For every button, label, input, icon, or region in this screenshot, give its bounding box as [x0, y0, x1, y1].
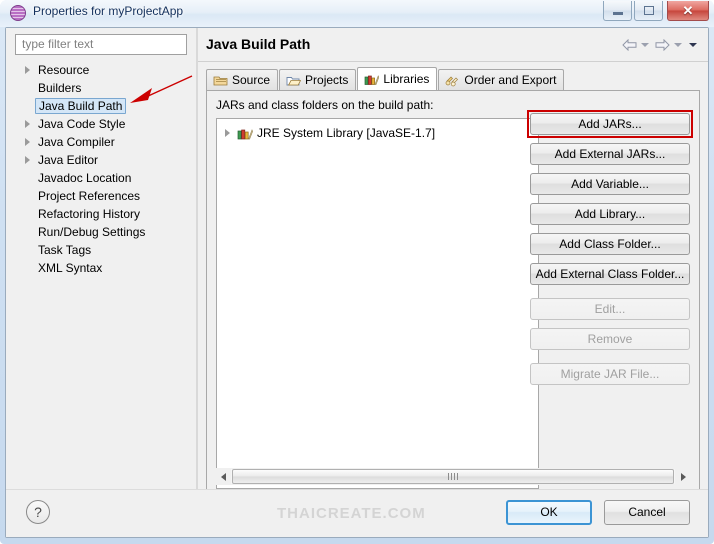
sidebar-item-label: Resource: [38, 63, 90, 77]
books-icon: [364, 73, 380, 86]
sidebar-item-label: XML Syntax: [38, 261, 103, 275]
expand-triangle-icon[interactable]: [25, 138, 30, 146]
ok-button[interactable]: OK: [506, 500, 592, 525]
add-library-button[interactable]: Add Library...: [530, 203, 690, 225]
scrollbar-thumb[interactable]: [232, 469, 674, 484]
cancel-button[interactable]: Cancel: [604, 500, 690, 525]
tab-label: Order and Export: [464, 73, 557, 87]
sidebar-item-builders[interactable]: Builders: [6, 79, 196, 97]
settings-tree: Resource Builders Java Build Path Java Code…: [6, 61, 196, 537]
libraries-tab-panel: JARs and class folders on the build path…: [206, 90, 700, 500]
minimize-button[interactable]: [603, 1, 632, 21]
horizontal-scrollbar[interactable]: [215, 468, 691, 485]
minimize-icon: [604, 1, 631, 20]
sidebar-item-java-code-style[interactable]: Java Code Style: [6, 115, 196, 133]
maximize-button[interactable]: [634, 1, 663, 21]
back-arrow-icon[interactable]: [622, 39, 637, 51]
list-item-label: JRE System Library [JavaSE-1.7]: [257, 126, 436, 140]
window-title: Properties for myProjectApp: [33, 4, 184, 18]
build-path-list[interactable]: JRE System Library [JavaSE-1.7]: [216, 118, 539, 489]
list-item[interactable]: JRE System Library [JavaSE-1.7]: [223, 124, 538, 142]
title-separator: [198, 61, 708, 62]
dialog-window: Properties for myProjectApp ✕ type filte…: [0, 0, 714, 544]
add-external-jars-button[interactable]: Add External JARs...: [530, 143, 690, 165]
sidebar-item-run-debug-settings[interactable]: Run/Debug Settings: [6, 223, 196, 241]
books-icon: [237, 127, 253, 140]
scrollbar-track[interactable]: [231, 469, 675, 484]
sidebar-item-label: Java Build Path: [35, 98, 127, 114]
sidebar-item-refactoring-history[interactable]: Refactoring History: [6, 205, 196, 223]
title-bar[interactable]: Properties for myProjectApp ✕: [0, 0, 714, 27]
add-external-class-folder-button[interactable]: Add External Class Folder...: [530, 263, 690, 285]
page-title: Java Build Path: [206, 36, 311, 52]
sidebar-item-label: Java Compiler: [38, 135, 115, 149]
add-jars-button[interactable]: Add JARs...: [530, 113, 690, 135]
expand-triangle-icon[interactable]: [25, 66, 30, 74]
eclipse-sphere-icon: [10, 5, 26, 21]
sidebar-item-java-compiler[interactable]: Java Compiler: [6, 133, 196, 151]
sidebar-item-label: Task Tags: [38, 243, 92, 257]
migrate-jar-file-button: Migrate JAR File...: [530, 363, 690, 385]
close-button[interactable]: ✕: [667, 1, 709, 21]
forward-dropdown-caret-icon[interactable]: [674, 43, 682, 47]
sidebar-item-project-references[interactable]: Project References: [6, 187, 196, 205]
tab-label: Source: [232, 73, 271, 87]
site-watermark: THAICREATE.COM: [277, 505, 426, 522]
expand-triangle-icon[interactable]: [225, 129, 230, 137]
sidebar-item-label: Javadoc Location: [38, 171, 132, 185]
filter-input[interactable]: type filter text: [15, 34, 187, 55]
remove-button: Remove: [530, 328, 690, 350]
back-dropdown-caret-icon[interactable]: [641, 43, 649, 47]
settings-sidebar: type filter text Resource Builders Java Bu…: [6, 28, 196, 537]
help-button[interactable]: ?: [26, 500, 50, 524]
tab-libraries[interactable]: Libraries: [357, 67, 438, 90]
expand-triangle-icon[interactable]: [25, 120, 30, 128]
scroll-left-arrow-icon[interactable]: [215, 469, 231, 485]
sidebar-item-java-build-path[interactable]: Java Build Path: [6, 97, 196, 115]
sidebar-item-label: Java Code Style: [38, 117, 126, 131]
sidebar-item-label: Builders: [38, 81, 82, 95]
tab-strip: Source Projects Libraries Order and Export: [206, 67, 700, 90]
dialog-body: type filter text Resource Builders Java Bu…: [5, 27, 709, 538]
maximize-icon: [635, 1, 662, 20]
edit-button: Edit...: [530, 298, 690, 320]
expand-triangle-icon[interactable]: [25, 156, 30, 164]
content-pane: Java Build Path Source Projects Librarie…: [198, 28, 708, 537]
sidebar-item-java-editor[interactable]: Java Editor: [6, 151, 196, 169]
sidebar-item-label: Java Editor: [38, 153, 99, 167]
close-icon: ✕: [682, 2, 694, 18]
tab-projects[interactable]: Projects: [279, 69, 357, 90]
sidebar-item-javadoc-location[interactable]: Javadoc Location: [6, 169, 196, 187]
sidebar-item-label: Project References: [38, 189, 141, 203]
order-export-icon: [445, 74, 460, 87]
sidebar-item-xml-syntax[interactable]: XML Syntax: [6, 259, 196, 277]
open-folder-icon: [286, 74, 302, 87]
scroll-right-arrow-icon[interactable]: [675, 469, 691, 485]
add-variable-button[interactable]: Add Variable...: [530, 173, 690, 195]
sidebar-item-label: Refactoring History: [38, 207, 141, 221]
forward-arrow-icon[interactable]: [655, 39, 670, 51]
tab-order-and-export[interactable]: Order and Export: [438, 69, 565, 90]
add-class-folder-button[interactable]: Add Class Folder...: [530, 233, 690, 255]
tab-source[interactable]: Source: [206, 69, 279, 90]
highlighted-button-wrapper: Add JARs...: [527, 110, 693, 138]
sidebar-item-resource[interactable]: Resource: [6, 61, 196, 79]
action-button-column: Add JARs... Add External JARs... Add Varia…: [527, 110, 693, 393]
source-folder-icon: [213, 74, 228, 87]
sidebar-item-label: Run/Debug Settings: [38, 225, 146, 239]
tab-label: Libraries: [383, 72, 430, 86]
sidebar-item-task-tags[interactable]: Task Tags: [6, 241, 196, 259]
navigation-bar: [622, 37, 700, 53]
page-menu-caret-icon[interactable]: [689, 43, 697, 47]
tab-label: Projects: [305, 73, 349, 87]
list-label: JARs and class folders on the build path…: [216, 98, 434, 112]
